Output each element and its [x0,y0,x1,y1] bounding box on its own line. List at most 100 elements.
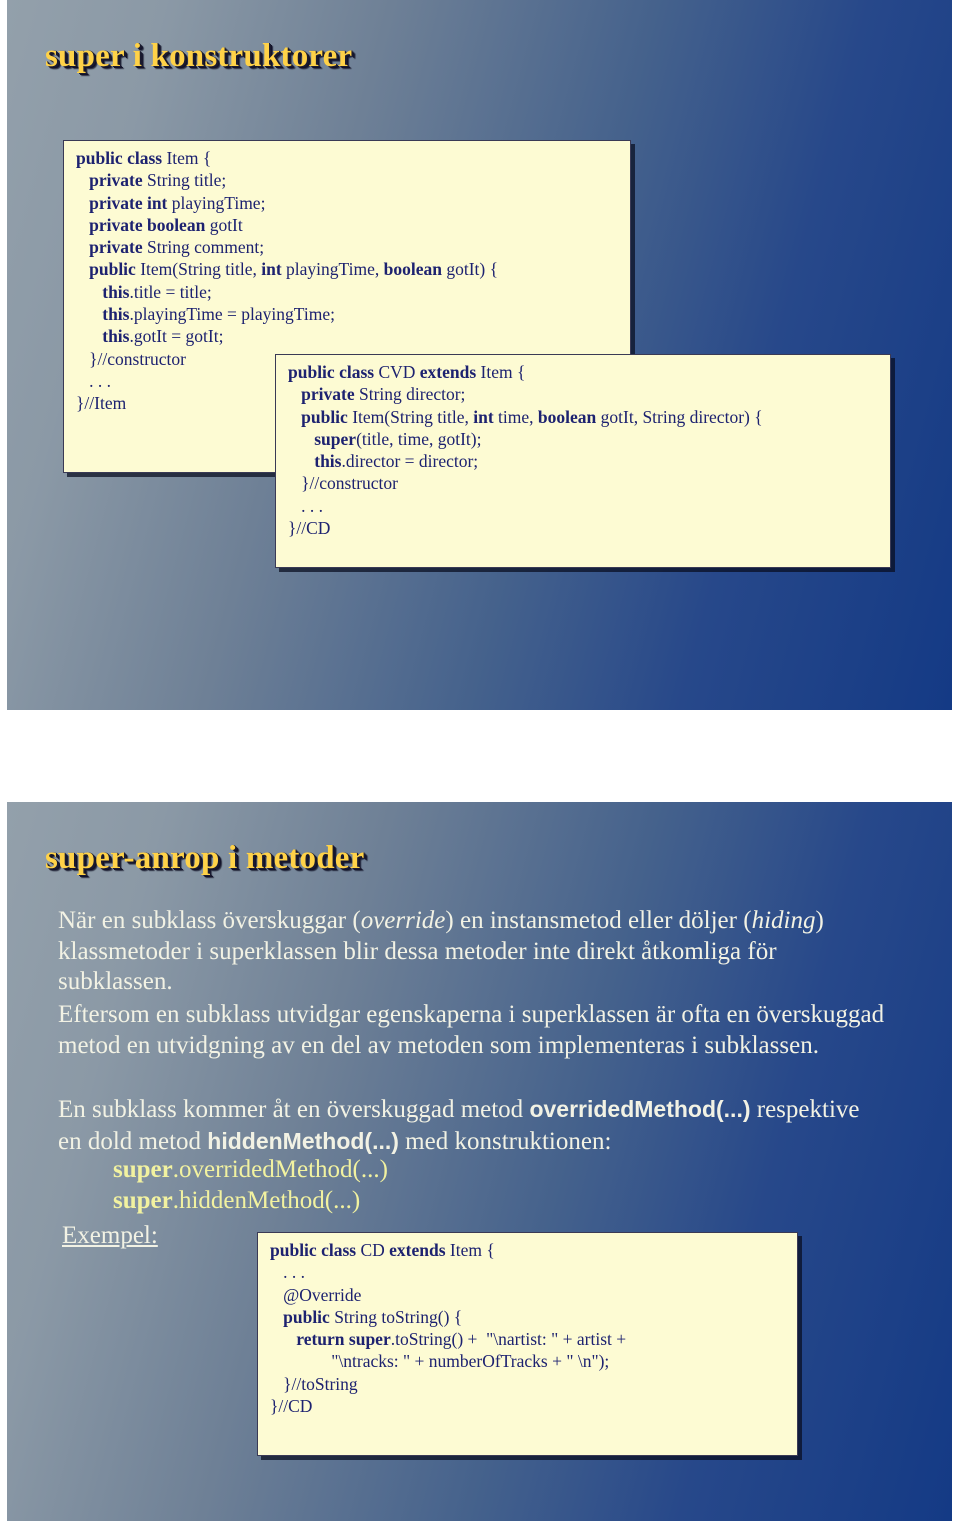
method-name: hiddenMethod(...) [207,1127,399,1154]
code-keyword: int [261,259,287,280]
code-text: .title = title; [129,281,212,302]
code-keyword: this [76,326,130,347]
code-text: .toString() + "\nartist: " + artist + [390,1329,627,1350]
paragraph-text: En subklass kommer åt en överskuggad met… [58,1096,530,1123]
code-text: CVD [378,362,420,382]
code-keyword: private int [76,192,172,213]
code-line: . . . [270,1261,787,1283]
paragraph-text: När en subklass överskuggar ( [58,907,361,934]
super-call-method: .hiddenMethod(...) [172,1186,361,1214]
code-keyword: this [288,451,342,472]
code-text: (title, time, gotIt); [356,428,482,449]
code-text: }//toString [270,1373,358,1394]
code-line: public class CD extends Item { [270,1239,787,1261]
paragraph-text: Eftersom en subklass utvidgar egenskaper… [58,1001,885,1059]
code-line: }//CD [288,517,880,539]
code-text: }//Item [76,393,127,414]
paragraph-subclass-extends: Eftersom en subklass utvidgar egenskaper… [58,1000,888,1061]
code-text: }//constructor [288,473,398,494]
code-keyword: super [288,428,357,449]
code-text: Item(String title, [352,406,474,427]
code-keyword: public [76,259,141,280]
page-title-slide-1: super i konstruktorer [45,38,353,74]
code-text: }//constructor [76,348,186,369]
code-keyword: private boolean [76,214,210,235]
code-line: this.director = director; [288,450,880,472]
super-call-syntax-list: super.overridedMethod(...) super.hiddenMe… [113,1155,388,1216]
code-text: String comment; [146,237,265,258]
code-text: gotIt) { [446,259,498,280]
code-keyword: boolean [537,406,601,427]
code-text: String toString() { [334,1306,463,1327]
code-text: "\ntracks: " + numberOfTracks + " \n"); [270,1351,610,1372]
code-text: . . . [288,495,323,516]
code-keyword: extends [419,362,481,382]
page-title-slide-2: super-anrop i metoder [45,840,365,876]
code-block-cd-tostring-class: public class CD extends Item { . . . @Ov… [257,1232,798,1456]
paragraph-text: hiding [751,907,816,934]
code-keyword: boolean [383,259,447,280]
super-keyword: super [113,1186,173,1214]
code-keyword: public [288,406,353,427]
code-line: this.gotIt = gotIt; [76,325,620,347]
code-keyword: public [270,1306,335,1327]
code-keyword: private [288,384,359,405]
code-line: public Item(String title, int time, bool… [288,406,880,428]
code-line: }//toString [270,1373,787,1395]
code-line: public class Item { [76,147,620,169]
code-keyword: private [76,170,147,191]
code-line: public String toString() { [270,1306,787,1328]
code-keyword: public class [76,148,167,168]
paragraph-text: ) en instansmetod eller döljer ( [445,907,752,934]
code-line: private boolean gotIt [76,214,620,236]
code-line: private String director; [288,383,880,405]
code-text: Item { [480,362,526,382]
code-line: . . . [288,495,880,517]
code-text: gotIt, String director) { [600,406,763,427]
code-text: gotIt [209,214,243,235]
code-text: . . . [270,1262,305,1283]
code-keyword: return super [270,1329,391,1350]
code-text: Item { [449,1240,495,1260]
code-keyword: public class [270,1240,361,1260]
code-line: private String title; [76,169,620,191]
code-line: this.playingTime = playingTime; [76,303,620,325]
super-call-method: .overridedMethod(...) [172,1156,388,1183]
code-line: }//CD [270,1395,787,1417]
code-text: .gotIt = gotIt; [129,326,224,347]
code-keyword: private [76,237,147,258]
paragraph-access-overridden: En subklass kommer åt en överskuggad met… [58,1094,888,1157]
code-text: Item(String title, [140,259,262,280]
code-text: CD [360,1240,390,1260]
slide-super-i-konstruktorer: super i konstruktorer public class Item … [7,0,952,710]
code-text: playingTime; [171,192,266,213]
code-line: public Item(String title, int playingTim… [76,258,620,280]
code-text: time, [498,406,538,427]
code-line: return super.toString() + "\nartist: " +… [270,1328,787,1350]
code-block-cvd-class: public class CVD extends Item { private … [275,354,891,568]
code-text: String title; [146,170,227,191]
code-text: String director; [358,384,466,405]
code-line: "\ntracks: " + numberOfTracks + " \n"); [270,1350,787,1372]
code-line: this.title = title; [76,281,620,303]
code-text: playingTime, [286,259,384,280]
super-call-line: super.overridedMethod(...) [113,1155,388,1186]
super-keyword: super [113,1156,173,1183]
code-keyword: this [76,281,130,302]
code-text: }//CD [270,1396,313,1417]
paragraph-text: override [360,907,446,934]
method-name: overridedMethod(...) [529,1096,751,1122]
code-text: .playingTime = playingTime; [129,304,335,325]
paragraph-override-hiding: När en subklass överskuggar (override) e… [58,906,888,998]
code-line: private String comment; [76,236,620,258]
code-line: private int playingTime; [76,192,620,214]
code-keyword: int [473,406,499,427]
code-text: .director = director; [341,451,479,472]
super-call-line: super.hiddenMethod(...) [113,1186,388,1217]
paragraph-text: med konstruktionen: [398,1127,612,1155]
code-keyword: public class [288,362,379,382]
code-text: }//CD [288,518,331,539]
code-line: @Override [270,1284,787,1306]
code-line: super(title, time, gotIt); [288,428,880,450]
code-text: @Override [270,1284,362,1305]
